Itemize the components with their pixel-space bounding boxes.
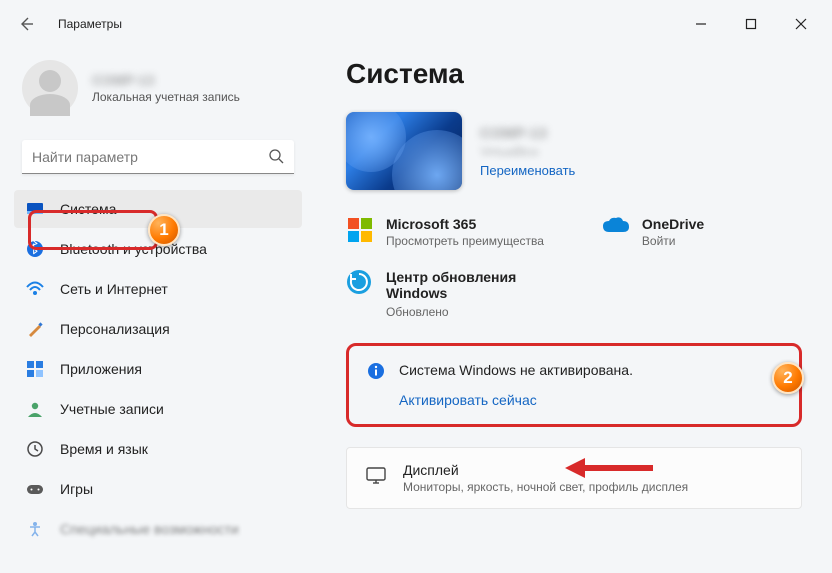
sidebar-item-label: Сеть и Интернет [60,281,168,297]
sidebar: COMP-13 Локальная учетная запись Система… [0,48,316,573]
apps-icon [26,360,44,378]
annotation-arrow [565,454,655,487]
device-subtitle: VirtualBox [480,144,575,159]
sidebar-item-personalization[interactable]: Персонализация [14,310,302,348]
search-input[interactable] [22,140,294,174]
card-m365[interactable]: Microsoft 365 Просмотреть преимущества [346,216,544,249]
page-title: Система [346,58,802,90]
sidebar-item-gaming[interactable]: Игры [14,470,302,508]
sidebar-item-label: Время и язык [60,441,148,457]
gaming-icon [26,480,44,498]
annotation-step-1: 1 [148,214,180,246]
card-title: OneDrive [642,216,704,232]
main-content: Система COMP-13 VirtualBox Переименовать… [316,48,832,573]
onedrive-icon [602,216,630,241]
user-subtitle: Локальная учетная запись [92,90,240,104]
activation-link[interactable]: Активировать сейчас [399,392,633,408]
annotation-step-2: 2 [772,362,804,394]
close-button[interactable] [778,8,824,40]
card-title: Microsoft 365 [386,216,544,232]
display-icon [365,465,387,492]
personalization-icon [26,320,44,338]
system-icon [26,200,44,218]
network-icon [26,280,44,298]
device-row: COMP-13 VirtualBox Переименовать [346,112,802,190]
sidebar-item-label: Специальные возможности [60,521,239,537]
sidebar-item-accounts[interactable]: Учетные записи [14,390,302,428]
sidebar-item-label: Приложения [60,361,142,377]
accessibility-icon [26,520,44,538]
sidebar-item-apps[interactable]: Приложения [14,350,302,388]
device-thumbnail [346,112,462,190]
avatar-icon [22,60,78,116]
sidebar-item-label: Персонализация [60,321,170,337]
card-onedrive[interactable]: OneDrive Войти [602,216,704,249]
window-title: Параметры [58,17,122,31]
sidebar-item-label: Учетные записи [60,401,164,417]
maximize-button[interactable] [728,8,774,40]
sidebar-item-time[interactable]: Время и язык [14,430,302,468]
sidebar-item-label: Bluetooth и устройства [60,241,207,257]
time-icon [26,440,44,458]
sidebar-item-label: Игры [60,481,93,497]
card-title: Центр обновления Windows [386,269,546,301]
info-icon [367,362,385,385]
user-name: COMP-13 [92,72,240,88]
card-subtitle: Обновлено [386,305,546,319]
card-update[interactable]: Центр обновления Windows Обновлено [346,269,802,319]
activation-text: Система Windows не активирована. [399,362,633,378]
sidebar-item-network[interactable]: Сеть и Интернет [14,270,302,308]
sidebar-item-label: Система [60,201,116,217]
card-subtitle: Войти [642,234,704,248]
m365-icon [346,216,374,249]
user-block[interactable]: COMP-13 Локальная учетная запись [8,48,308,140]
device-name: COMP-13 [480,125,575,142]
rename-link[interactable]: Переименовать [480,163,575,178]
sidebar-item-accessibility[interactable]: Специальные возможности [14,510,302,548]
bluetooth-icon [26,240,44,258]
back-button[interactable] [8,6,44,42]
activation-box: Система Windows не активирована. Активир… [346,343,802,427]
card-subtitle: Просмотреть преимущества [386,234,544,248]
minimize-button[interactable] [678,8,724,40]
search-icon [268,148,284,169]
accounts-icon [26,400,44,418]
update-icon [346,269,372,300]
